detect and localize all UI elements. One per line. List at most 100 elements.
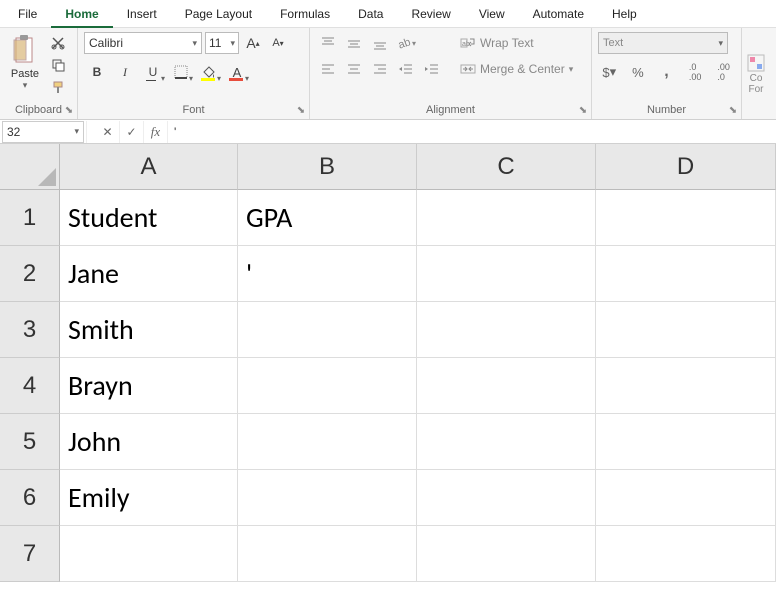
- tab-insert[interactable]: Insert: [113, 0, 171, 28]
- col-header-a[interactable]: A: [60, 144, 238, 190]
- accept-formula-button[interactable]: ✓: [120, 121, 144, 143]
- cell-D6[interactable]: [596, 470, 776, 526]
- wrap-text-button[interactable]: ab Wrap Text: [456, 32, 577, 54]
- borders-button[interactable]: ▾: [168, 60, 194, 84]
- cell-A5[interactable]: John: [60, 414, 238, 470]
- formula-bar: 32▾ ✕ ✓ fx ': [0, 120, 776, 144]
- grow-font-button[interactable]: A▴: [242, 32, 264, 54]
- row-header-4[interactable]: 4: [0, 358, 60, 414]
- align-top-button[interactable]: [316, 32, 340, 54]
- orientation-button[interactable]: ab▾: [394, 32, 418, 54]
- align-bottom-button[interactable]: [368, 32, 392, 54]
- increase-decimal-button[interactable]: .0.00: [684, 60, 707, 84]
- cell-D7[interactable]: [596, 526, 776, 582]
- col-header-d[interactable]: D: [596, 144, 776, 190]
- cancel-formula-button[interactable]: ✕: [96, 121, 120, 143]
- cell-D1[interactable]: [596, 190, 776, 246]
- bold-button[interactable]: B: [84, 60, 110, 84]
- number-group-label: Number: [598, 103, 735, 119]
- number-format-select[interactable]: Text▾: [598, 32, 728, 54]
- alignment-launcher[interactable]: ⬊: [577, 105, 589, 117]
- font-color-button[interactable]: A▾: [224, 60, 250, 84]
- font-name-select[interactable]: Calibri▾: [84, 32, 202, 54]
- row-header-3[interactable]: 3: [0, 302, 60, 358]
- svg-text:ab: ab: [397, 36, 412, 51]
- italic-button[interactable]: I: [112, 60, 138, 84]
- row-header-1[interactable]: 1: [0, 190, 60, 246]
- tab-data[interactable]: Data: [344, 0, 397, 28]
- col-header-b[interactable]: B: [238, 144, 417, 190]
- insert-function-button[interactable]: fx: [144, 121, 168, 143]
- font-group-label: Font: [84, 103, 303, 119]
- cell-D5[interactable]: [596, 414, 776, 470]
- group-font: Calibri▾ 11▾ A▴ A▾ B I U▾ ▾ ▾ A▾ Font ⬊: [78, 28, 310, 119]
- ribbon-overflow: Co For: [742, 28, 770, 119]
- underline-button[interactable]: U▾: [140, 60, 166, 84]
- cell-A1[interactable]: Student: [60, 190, 238, 246]
- cell-C1[interactable]: [417, 190, 596, 246]
- cell-D2[interactable]: [596, 246, 776, 302]
- cut-icon[interactable]: [48, 34, 68, 52]
- paste-label[interactable]: Paste: [11, 68, 39, 80]
- cell-B6[interactable]: [238, 470, 417, 526]
- cell-B4[interactable]: [238, 358, 417, 414]
- menu-tabs: File Home Insert Page Layout Formulas Da…: [0, 0, 776, 28]
- font-launcher[interactable]: ⬊: [295, 105, 307, 117]
- align-right-button[interactable]: [368, 58, 392, 80]
- col-header-c[interactable]: C: [417, 144, 596, 190]
- clipboard-launcher[interactable]: ⬊: [63, 105, 75, 117]
- cell-C3[interactable]: [417, 302, 596, 358]
- decrease-decimal-button[interactable]: .00.0: [712, 60, 735, 84]
- tab-review[interactable]: Review: [397, 0, 464, 28]
- paste-icon[interactable]: [10, 32, 40, 68]
- fill-color-button[interactable]: ▾: [196, 60, 222, 84]
- merge-center-button[interactable]: Merge & Center▾: [456, 58, 577, 80]
- cell-B2[interactable]: ': [238, 246, 417, 302]
- row-header-2[interactable]: 2: [0, 246, 60, 302]
- cell-B1[interactable]: GPA: [238, 190, 417, 246]
- tab-help[interactable]: Help: [598, 0, 651, 28]
- spreadsheet-grid: A B C D 1StudentGPA 2Jane' 3Smith4Brayn5Jo…: [0, 144, 776, 582]
- cell-B7[interactable]: [238, 526, 417, 582]
- tab-page-layout[interactable]: Page Layout: [171, 0, 266, 28]
- cell-C4[interactable]: [417, 358, 596, 414]
- align-left-button[interactable]: [316, 58, 340, 80]
- align-center-button[interactable]: [342, 58, 366, 80]
- cell-B5[interactable]: [238, 414, 417, 470]
- comma-format-button[interactable]: ,: [655, 60, 678, 84]
- formula-input[interactable]: ': [168, 125, 776, 139]
- format-painter-icon[interactable]: [48, 78, 68, 96]
- cell-A4[interactable]: Brayn: [60, 358, 238, 414]
- cell-B3[interactable]: [238, 302, 417, 358]
- conditional-formatting-icon[interactable]: [746, 53, 766, 73]
- tab-automate[interactable]: Automate: [519, 0, 598, 28]
- tab-file[interactable]: File: [4, 0, 51, 28]
- cell-A7[interactable]: [60, 526, 238, 582]
- row-header-5[interactable]: 5: [0, 414, 60, 470]
- shrink-font-button[interactable]: A▾: [267, 32, 289, 54]
- percent-format-button[interactable]: %: [627, 60, 650, 84]
- increase-indent-button[interactable]: [420, 58, 444, 80]
- cell-C2[interactable]: [417, 246, 596, 302]
- cell-A3[interactable]: Smith: [60, 302, 238, 358]
- cell-A6[interactable]: Emily: [60, 470, 238, 526]
- tab-home[interactable]: Home: [51, 0, 112, 28]
- select-all-corner[interactable]: [0, 144, 60, 190]
- font-size-select[interactable]: 11▾: [205, 32, 239, 54]
- cell-D3[interactable]: [596, 302, 776, 358]
- copy-icon[interactable]: [48, 56, 68, 74]
- row-header-7[interactable]: 7: [0, 526, 60, 582]
- decrease-indent-button[interactable]: [394, 58, 418, 80]
- cell-C5[interactable]: [417, 414, 596, 470]
- row-header-6[interactable]: 6: [0, 470, 60, 526]
- cell-C6[interactable]: [417, 470, 596, 526]
- name-box[interactable]: 32▾: [2, 121, 84, 143]
- align-middle-button[interactable]: [342, 32, 366, 54]
- cell-D4[interactable]: [596, 358, 776, 414]
- cell-A2[interactable]: Jane: [60, 246, 238, 302]
- tab-formulas[interactable]: Formulas: [266, 0, 344, 28]
- cell-C7[interactable]: [417, 526, 596, 582]
- number-launcher[interactable]: ⬊: [727, 105, 739, 117]
- accounting-format-button[interactable]: $ ▾: [598, 60, 621, 84]
- tab-view[interactable]: View: [465, 0, 519, 28]
